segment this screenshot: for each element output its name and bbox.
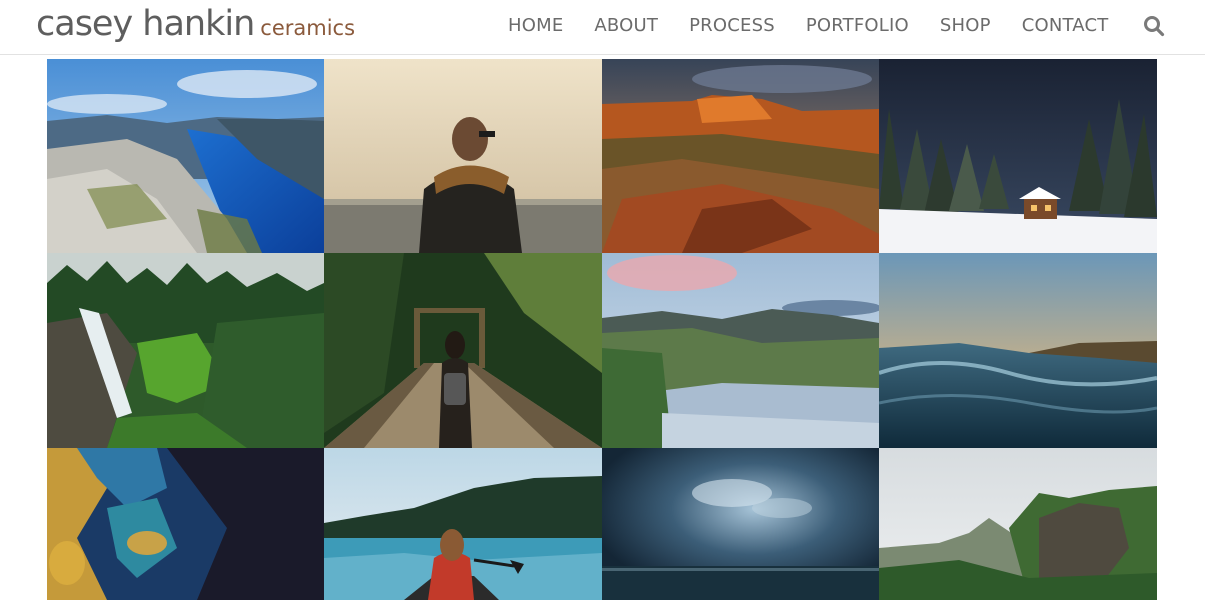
site-header: casey hankin ceramics HOME ABOUT PROCESS … xyxy=(0,0,1205,55)
main-nav: HOME ABOUT PROCESS PORTFOLIO SHOP CONTAC… xyxy=(508,15,1139,36)
gallery-photo-fjord[interactable] xyxy=(47,59,324,253)
site-logo[interactable]: casey hankin ceramics xyxy=(36,4,355,44)
gallery-photo-wave[interactable] xyxy=(879,253,1157,448)
nav-item-shop[interactable]: SHOP xyxy=(940,15,991,36)
gallery-photo-cliffs[interactable] xyxy=(879,448,1157,600)
logo-main-text: casey hankin xyxy=(36,4,255,44)
nav-item-home[interactable]: HOME xyxy=(508,15,563,36)
search-icon[interactable] xyxy=(1143,15,1165,37)
gallery-photo-waterfall[interactable] xyxy=(47,253,324,448)
nav-item-contact[interactable]: CONTACT xyxy=(1022,15,1109,36)
gallery-photo-canyon[interactable] xyxy=(602,59,879,253)
photo-gallery xyxy=(47,59,1157,600)
nav-item-portfolio[interactable]: PORTFOLIO xyxy=(806,15,909,36)
nav-item-about[interactable]: ABOUT xyxy=(594,15,658,36)
gallery-photo-storm[interactable] xyxy=(602,448,879,600)
gallery-photo-canoe[interactable] xyxy=(324,448,602,600)
nav-item-process[interactable]: PROCESS xyxy=(689,15,775,36)
gallery-photo-bridge[interactable] xyxy=(324,253,602,448)
gallery-photo-lake-hills[interactable] xyxy=(602,253,879,448)
gallery-photo-snow-cabin[interactable] xyxy=(879,59,1157,253)
gallery-photo-man-sea[interactable] xyxy=(324,59,602,253)
gallery-photo-aerial-gold[interactable] xyxy=(47,448,324,600)
logo-sub-text: ceramics xyxy=(260,16,356,40)
